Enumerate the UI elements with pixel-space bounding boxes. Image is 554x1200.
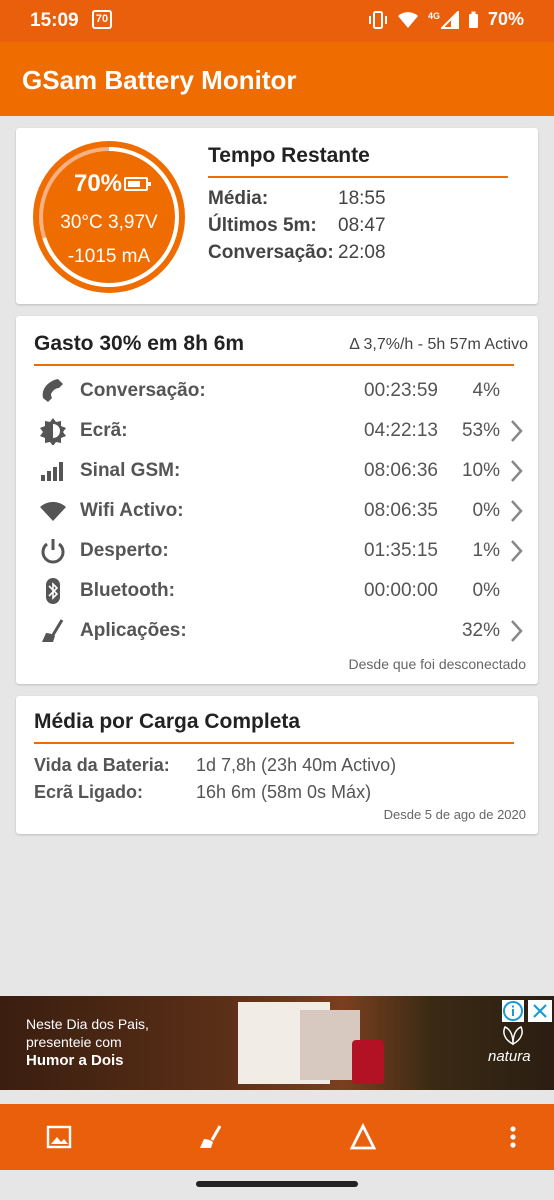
notification-badge: 70 <box>92 10 112 29</box>
remaining-value: 18:55 <box>338 188 386 209</box>
usage-percent: 0% <box>472 500 500 521</box>
wifi-status-icon <box>397 11 418 28</box>
ad-text-line3: Humor a Dois <box>26 1052 124 1069</box>
ad-banner[interactable]: Neste Dia dos Pais, presenteie com Humor… <box>0 996 554 1090</box>
wifi-icon <box>40 501 66 521</box>
status-icons: 4G 70% <box>368 9 524 30</box>
usage-row-signal[interactable]: Sinal GSM: 08:06:36 10% <box>16 450 538 490</box>
remaining-value: 08:47 <box>338 215 386 236</box>
power-icon <box>41 539 65 564</box>
usage-title: Gasto 30% em 8h 6m <box>34 332 245 355</box>
usage-name: Aplicações: <box>80 620 187 641</box>
usage-row-screen[interactable]: Ecrã: 04:22:13 53% <box>16 410 538 450</box>
usage-name: Ecrã: <box>80 420 128 441</box>
usage-name: Conversação: <box>80 380 206 401</box>
chevron-right-icon[interactable] <box>508 418 526 444</box>
title-divider <box>34 742 514 744</box>
chevron-right-icon[interactable] <box>508 618 526 644</box>
broom-icon[interactable] <box>196 1121 228 1153</box>
remaining-row-average: Média: 18:55 <box>208 188 386 210</box>
app-bar: GSam Battery Monitor <box>0 42 554 116</box>
full-charge-label: Ecrã Ligado: <box>34 782 144 802</box>
battery-current: -1015 mA <box>67 246 151 267</box>
remaining-row-talk: Conversação: 22:08 <box>208 242 386 264</box>
cell-signal-icon <box>440 10 459 29</box>
title-divider <box>34 364 514 366</box>
full-charge-card: Média por Carga Completa Vida da Bateria… <box>16 696 538 834</box>
ad-close-icon[interactable] <box>528 1000 552 1022</box>
usage-duration: 00:23:59 <box>364 380 438 401</box>
battery-status-icon <box>468 11 478 28</box>
chevron-right-icon[interactable] <box>508 458 526 484</box>
usage-row-apps[interactable]: Aplicações: 32% <box>16 610 538 650</box>
usage-row-bluetooth: Bluetooth: 00:00:00 0% <box>16 570 538 610</box>
usage-name: Sinal GSM: <box>80 460 181 481</box>
usage-percent: 4% <box>472 380 500 401</box>
remaining-label: Últimos 5m: <box>208 215 317 236</box>
chevron-right-icon[interactable] <box>508 498 526 524</box>
gesture-nav-handle[interactable] <box>196 1181 358 1187</box>
usage-rate: Δ 3,7%/h - 5h 57m Activo <box>349 336 528 353</box>
usage-duration: 04:22:13 <box>364 420 438 441</box>
remaining-value: 22:08 <box>338 242 386 263</box>
status-bar: 15:09 70 4G 70% <box>0 0 554 42</box>
vibrate-icon <box>368 10 387 29</box>
full-charge-title: Média por Carga Completa <box>34 710 301 733</box>
signal-bars-icon <box>41 462 63 481</box>
status-time: 15:09 <box>30 10 79 31</box>
remaining-label: Média: <box>208 188 269 209</box>
app-title: GSam Battery Monitor <box>22 65 297 95</box>
battery-percent-status: 70% <box>487 9 524 29</box>
usage-name: Wifi Activo: <box>80 500 184 521</box>
usage-percent: 10% <box>461 460 500 481</box>
gauge-readout: 70% 30°C 3,97V -1015 mA <box>32 140 186 294</box>
network-type: 4G <box>427 10 440 21</box>
delta-icon[interactable] <box>347 1121 379 1153</box>
image-icon[interactable] <box>43 1121 75 1153</box>
full-charge-label: Vida da Bateria: <box>34 755 170 775</box>
usage-duration: 08:06:36 <box>364 460 438 481</box>
time-remaining-card[interactable]: 70% 30°C 3,97V -1015 mA Tempo Restante M… <box>16 128 538 304</box>
usage-percent: 53% <box>461 420 500 441</box>
usage-since-note: Desde que foi desconectado <box>348 656 526 672</box>
usage-card: Gasto 30% em 8h 6m Δ 3,7%/h - 5h 57m Act… <box>16 316 538 684</box>
remaining-row-last-5m: Últimos 5m: 08:47 <box>208 215 386 237</box>
remaining-label: Conversação: <box>208 242 334 263</box>
battery-percent: 70% <box>73 170 123 197</box>
usage-row-talk: Conversação: 00:23:59 4% <box>16 370 538 410</box>
chevron-right-icon[interactable] <box>508 538 526 564</box>
more-vert-icon[interactable] <box>497 1121 529 1153</box>
natura-logo-icon <box>503 1026 523 1046</box>
ad-brand: natura <box>488 1048 531 1065</box>
ad-product-box <box>300 1010 360 1080</box>
usage-row-wifi[interactable]: Wifi Activo: 08:06:35 0% <box>16 490 538 530</box>
bottom-action-bar <box>0 1104 554 1170</box>
usage-percent: 32% <box>461 620 500 641</box>
usage-duration: 00:00:00 <box>364 580 438 601</box>
ad-info-icon[interactable] <box>502 1000 524 1022</box>
battery-icon <box>124 177 151 191</box>
full-charge-value: 1d 7,8h (23h 40m Activo) <box>196 755 397 775</box>
apps-broom-icon <box>42 619 64 642</box>
screen-brightness-icon <box>40 418 66 445</box>
bluetooth-icon <box>46 578 60 604</box>
time-remaining-title: Tempo Restante <box>208 144 370 167</box>
usage-duration: 01:35:15 <box>364 540 438 561</box>
full-charge-row-battery-life: Vida da Bateria: 1d 7,8h (23h 40m Activo) <box>34 755 396 776</box>
usage-percent: 1% <box>472 540 500 561</box>
usage-percent: 0% <box>472 580 500 601</box>
usage-duration: 08:06:35 <box>364 500 438 521</box>
ad-text-line2: presenteie com <box>26 1034 122 1050</box>
full-charge-since-note: Desde 5 de ago de 2020 <box>383 807 526 822</box>
ad-product-bottle <box>352 1040 384 1084</box>
usage-name: Bluetooth: <box>80 580 175 601</box>
full-charge-row-screen-on: Ecrã Ligado: 16h 6m (58m 0s Máx) <box>34 782 371 803</box>
usage-row-awake[interactable]: Desperto: 01:35:15 1% <box>16 530 538 570</box>
title-divider <box>208 176 508 178</box>
usage-name: Desperto: <box>80 540 169 561</box>
ad-text-line1: Neste Dia dos Pais, <box>26 1016 149 1032</box>
full-charge-value: 16h 6m (58m 0s Máx) <box>196 782 372 802</box>
temperature-voltage: 30°C 3,97V <box>60 212 158 233</box>
phone-icon <box>42 379 63 402</box>
